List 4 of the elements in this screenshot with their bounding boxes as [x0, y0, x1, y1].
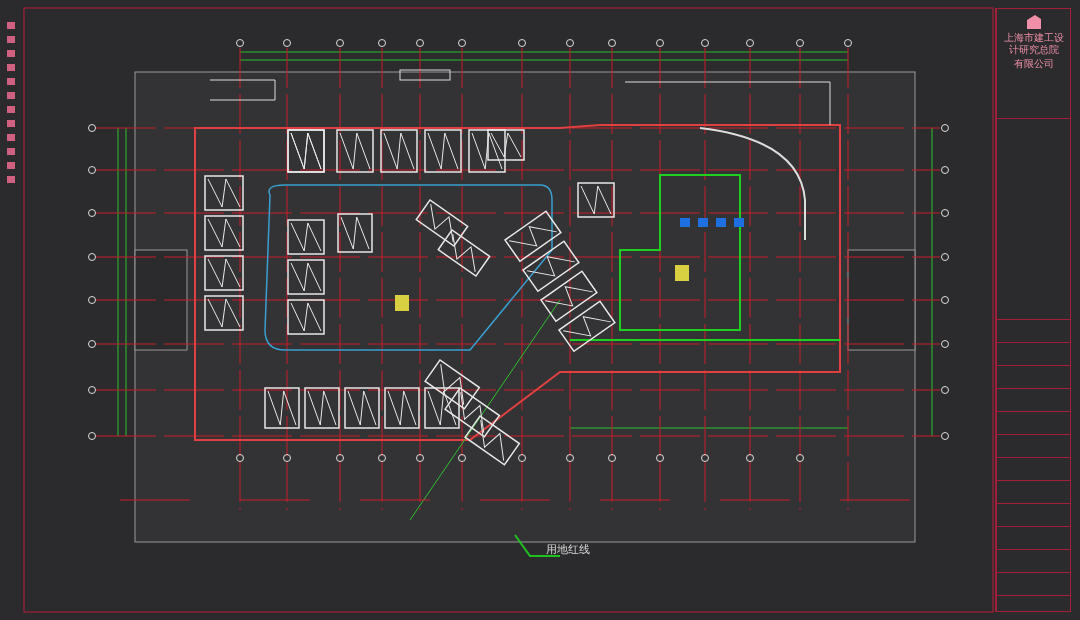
company-name: 有限公司	[1012, 58, 1055, 70]
company-logo-icon	[1026, 15, 1041, 29]
site-boundary-label: 用地红线	[546, 543, 590, 556]
company-name: 上海市建工设计研究总院	[1002, 32, 1065, 56]
